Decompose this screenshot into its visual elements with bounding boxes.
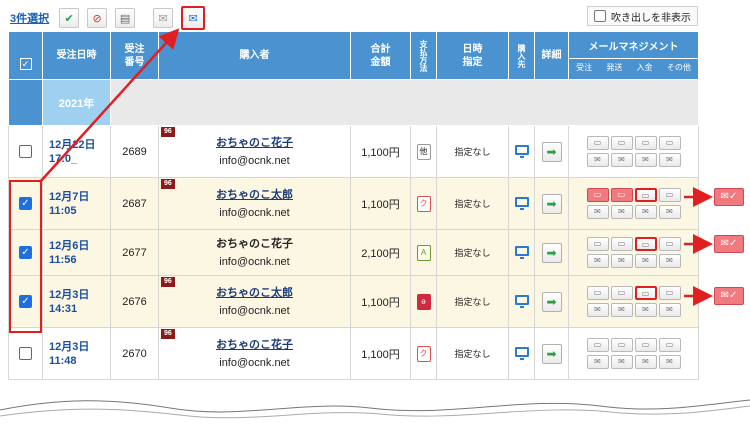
mail-check-icon: ✉✓ — [720, 238, 738, 249]
result-payment-mail-2: ✉✓ — [714, 235, 744, 253]
mail-check-icon: ✉✓ — [720, 290, 738, 301]
torn-edge — [0, 399, 750, 438]
result-payment-mail-1: ✉✓ — [714, 188, 744, 206]
annotation-arrows — [39, 28, 713, 306]
mail-check-icon: ✉✓ — [720, 191, 738, 202]
result-payment-mail-3: ✉✓ — [714, 287, 744, 305]
arrow-to-toolbar — [39, 28, 180, 183]
